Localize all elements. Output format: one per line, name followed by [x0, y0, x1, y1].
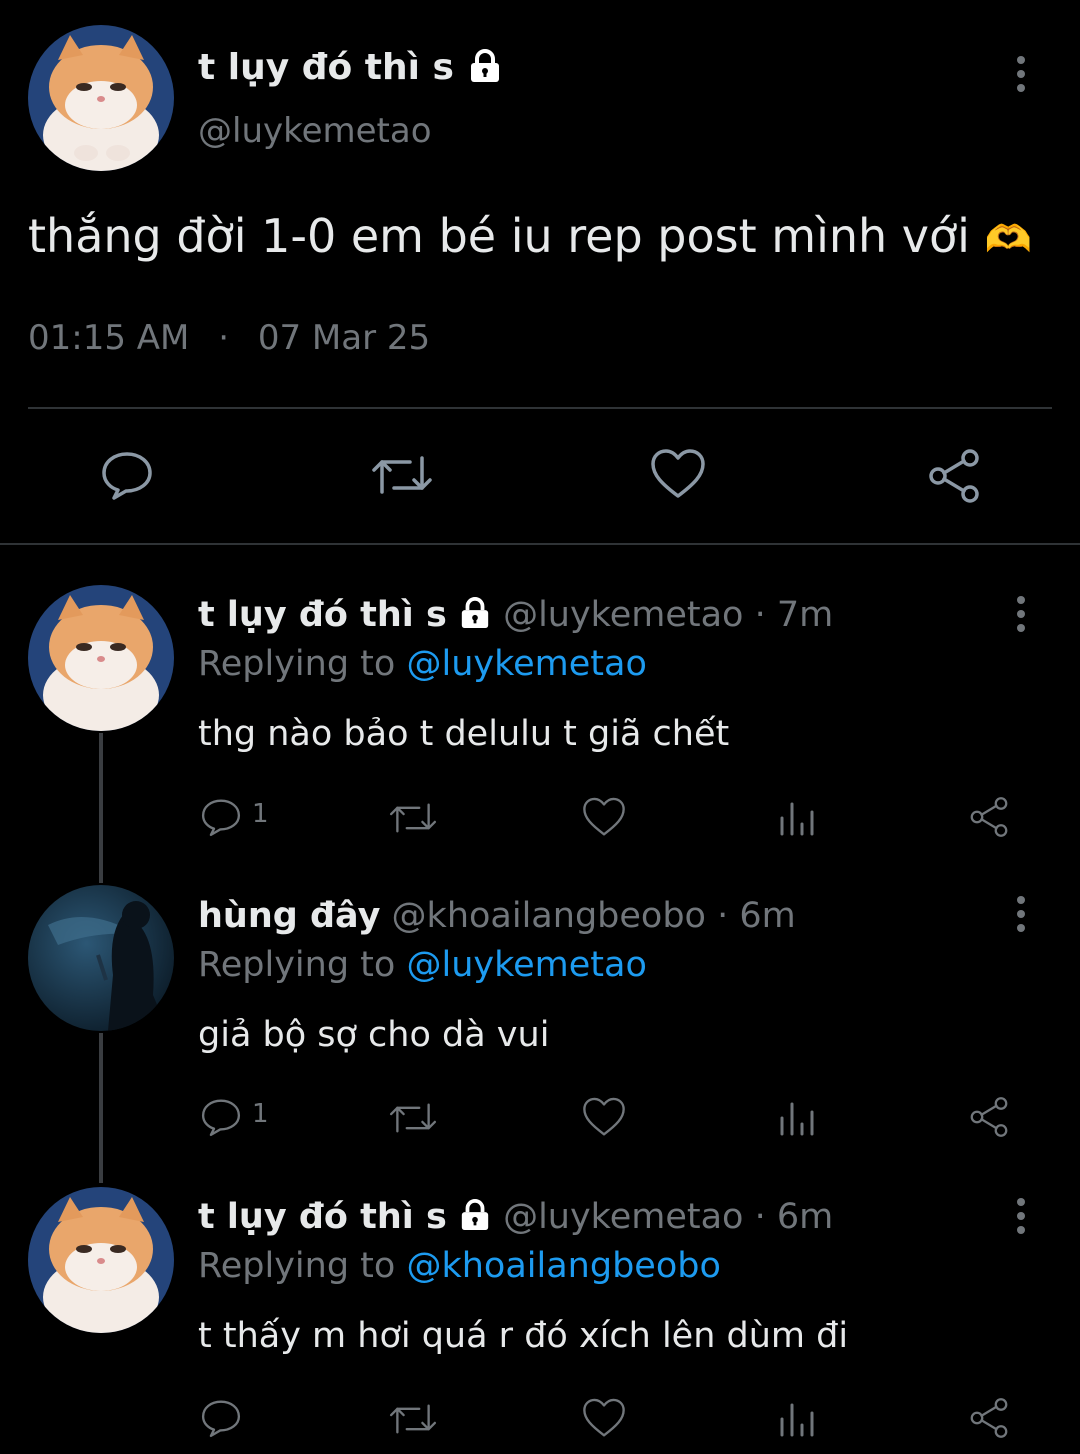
handle[interactable]: @khoailangbeobo [392, 896, 706, 936]
like-icon[interactable] [582, 1096, 626, 1138]
reply-age: · 6m [754, 1197, 834, 1237]
display-name[interactable]: t lụy đó thì s [198, 47, 454, 88]
retweet-icon[interactable] [388, 1098, 438, 1138]
aquarium-avatar-image [28, 885, 174, 1031]
heart-hands-emoji: 🫶 [984, 217, 1032, 261]
views-icon[interactable] [778, 1098, 816, 1136]
reply-icon[interactable] [200, 1397, 242, 1439]
reply-text: giả bộ sợ cho dà vui [198, 1015, 550, 1055]
avatar[interactable] [28, 1187, 174, 1333]
tweet-date[interactable]: 07 Mar 25 [258, 318, 430, 358]
reply-text: thg nào bảo t delulu t giã chết [198, 714, 730, 754]
like-icon[interactable] [582, 796, 626, 838]
lock-icon [461, 597, 489, 629]
like-icon[interactable] [582, 1397, 626, 1439]
more-icon[interactable] [1015, 56, 1027, 92]
display-name[interactable]: t lụy đó thì s [198, 595, 447, 635]
views-icon[interactable] [778, 1399, 816, 1437]
thread-line [99, 1033, 103, 1183]
divider [28, 407, 1052, 409]
display-name[interactable]: t lụy đó thì s [198, 1197, 447, 1237]
share-icon[interactable] [926, 448, 982, 504]
reply-count: 1 [252, 1099, 269, 1129]
tweet-time[interactable]: 01:15 AM [28, 318, 189, 358]
tweet-meta: 01:15 AM · 07 Mar 25 [28, 316, 430, 360]
replying-prefix: Replying to [198, 945, 396, 985]
cat-avatar-image [28, 585, 174, 731]
replying-to-line: Replying to @khoailangbeobo [198, 1243, 721, 1289]
reply-age: · 6m [717, 896, 796, 936]
like-icon[interactable] [650, 448, 706, 500]
lock-icon [461, 1199, 489, 1231]
share-icon[interactable] [968, 1397, 1010, 1439]
display-name[interactable]: hùng đây [198, 896, 380, 936]
avatar[interactable] [28, 885, 174, 1031]
handle[interactable]: @luykemetao [503, 595, 743, 635]
views-icon[interactable] [778, 798, 816, 836]
handle[interactable]: @luykemetao [503, 1197, 743, 1237]
reply-header: hùng đây @khoailangbeobo · 6m [198, 893, 796, 939]
more-icon[interactable] [1015, 596, 1027, 632]
tweet-text-row: thắng đời 1-0 em bé iu rep post mình với… [28, 206, 1032, 269]
replying-to-line: Replying to @luykemetao [198, 942, 647, 988]
avatar[interactable] [28, 25, 174, 171]
reply-header: t lụy đó thì s @luykemetao · 7m [198, 592, 833, 638]
retweet-icon[interactable] [388, 1399, 438, 1439]
avatar[interactable] [28, 585, 174, 731]
handle[interactable]: @luykemetao [198, 108, 432, 154]
share-icon[interactable] [968, 796, 1010, 838]
reply-icon[interactable] [100, 448, 154, 502]
reply-header: t lụy đó thì s @luykemetao · 6m [198, 1194, 833, 1240]
thread-line [99, 733, 103, 883]
replying-to-link[interactable]: @khoailangbeobo [406, 1246, 720, 1286]
cat-avatar-image [28, 1187, 174, 1333]
replying-to-line: Replying to @luykemetao [198, 641, 647, 687]
retweet-icon[interactable] [370, 450, 434, 500]
reply-icon[interactable] [200, 796, 242, 838]
replying-to-link[interactable]: @luykemetao [406, 945, 646, 985]
reply-count: 1 [252, 799, 269, 829]
author-row: t lụy đó thì s [198, 44, 503, 92]
meta-separator: · [218, 318, 230, 358]
reply-text: t thấy m hơi quá r đó xích lên dùm đi [198, 1316, 849, 1356]
reply-icon[interactable] [200, 1096, 242, 1138]
more-icon[interactable] [1015, 896, 1027, 932]
share-icon[interactable] [968, 1096, 1010, 1138]
cat-avatar-image [28, 25, 174, 171]
retweet-icon[interactable] [388, 798, 438, 838]
divider [0, 543, 1080, 545]
more-icon[interactable] [1015, 1198, 1027, 1234]
replying-to-link[interactable]: @luykemetao [406, 644, 646, 684]
lock-icon [471, 49, 500, 82]
tweet-text: thắng đời 1-0 em bé iu rep post mình với [28, 209, 970, 263]
reply-age: · 7m [754, 595, 834, 635]
replying-prefix: Replying to [198, 644, 396, 684]
replying-prefix: Replying to [198, 1246, 396, 1286]
